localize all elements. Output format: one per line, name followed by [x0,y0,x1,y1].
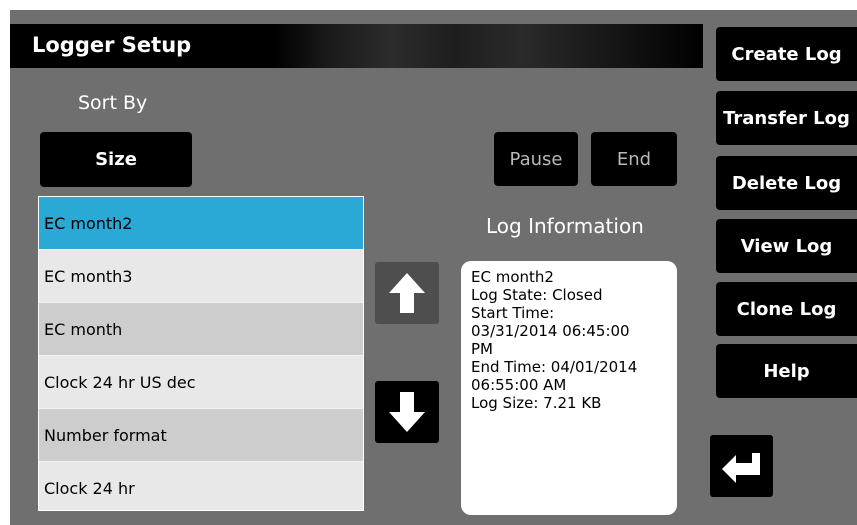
log-name: EC month2 [471,268,554,286]
list-item[interactable]: Clock 24 hr [39,462,363,510]
list-item[interactable]: Number format [39,409,363,462]
return-icon [721,453,760,483]
log-list[interactable]: EC month2 EC month3 EC month Clock 24 hr… [38,196,364,511]
log-start-time: Start Time: 03/31/2014 06:45:00 PM [471,304,630,358]
scroll-down-button[interactable] [375,381,439,443]
arrow-up-icon [389,273,425,313]
list-item-label: Number format [44,425,167,445]
create-log-button[interactable]: Create Log [716,27,857,81]
return-button[interactable] [710,435,773,497]
list-item-label: Clock 24 hr [44,478,135,498]
view-log-button[interactable]: View Log [716,219,857,273]
list-item-label: EC month [44,319,123,339]
log-end-time: End Time: 04/01/2014 06:55:00 AM [471,358,638,394]
title-bar: Logger Setup [10,24,703,68]
list-item[interactable]: Clock 24 hr US dec [39,356,363,409]
pause-button[interactable]: Pause [494,132,578,186]
log-information-panel: EC month2 Log State: Closed Start Time: … [461,261,677,515]
end-button[interactable]: End [591,132,677,186]
clone-log-button[interactable]: Clone Log [716,282,857,336]
list-item-label: Clock 24 hr US dec [44,372,196,392]
delete-log-button[interactable]: Delete Log [716,156,857,210]
transfer-log-button[interactable]: Transfer Log [716,91,857,145]
sort-by-label: Sort By [78,92,148,114]
arrow-down-icon [389,392,425,432]
log-information-heading: Log Information [486,214,644,238]
list-item[interactable]: EC month [39,303,363,356]
list-item-label: EC month3 [44,266,133,286]
list-item[interactable]: EC month2 [39,197,363,250]
device-frame: Logger Setup Sort By Size Pause End Crea… [0,0,857,525]
list-item[interactable]: EC month3 [39,250,363,303]
page-title: Logger Setup [32,33,192,57]
log-size: Log Size: 7.21 KB [471,394,602,412]
sort-size-button[interactable]: Size [40,132,192,187]
scroll-up-button[interactable] [375,262,439,324]
log-state: Log State: Closed [471,286,603,304]
help-button[interactable]: Help [716,344,857,398]
list-item-label: EC month2 [44,213,133,233]
